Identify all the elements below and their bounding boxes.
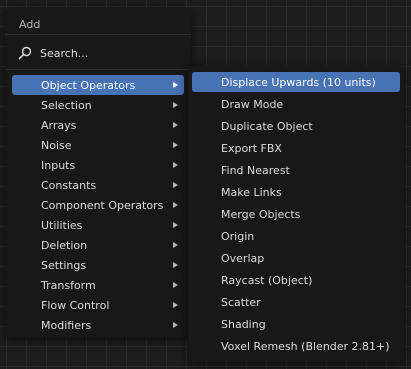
chevron-right-icon bbox=[173, 82, 178, 88]
submenu-item-label: Draw Mode bbox=[221, 97, 284, 111]
menu-item-settings[interactable]: Settings bbox=[12, 255, 184, 275]
search-field[interactable]: Search... bbox=[12, 43, 184, 63]
menu-item-inputs[interactable]: Inputs bbox=[12, 155, 184, 175]
submenu-item-label: Origin bbox=[221, 229, 255, 243]
menu-title: Add bbox=[19, 18, 41, 31]
menu-item-transform[interactable]: Transform bbox=[12, 275, 184, 295]
submenu-item-label: Displace Upwards (10 units) bbox=[221, 75, 376, 89]
menu-item-label: Transform bbox=[41, 278, 96, 292]
menu-item-label: Object Operators bbox=[41, 78, 136, 92]
chevron-right-icon bbox=[173, 302, 178, 308]
submenu-item-label: Find Nearest bbox=[221, 163, 290, 177]
submenu-item-label: Voxel Remesh (Blender 2.81+) bbox=[221, 339, 390, 353]
menu-item-selection[interactable]: Selection bbox=[12, 95, 184, 115]
chevron-right-icon bbox=[173, 282, 178, 288]
menu-item-label: Utilities bbox=[41, 218, 83, 232]
menu-item-flow-control[interactable]: Flow Control bbox=[12, 295, 184, 315]
menu-item-label: Settings bbox=[41, 258, 87, 272]
submenu-item-merge-objects[interactable]: Merge Objects bbox=[192, 204, 400, 224]
chevron-right-icon bbox=[173, 242, 178, 248]
menu-item-utilities[interactable]: Utilities bbox=[12, 215, 184, 235]
menu-item-label: Arrays bbox=[41, 118, 77, 132]
chevron-right-icon bbox=[173, 162, 178, 168]
submenu-item-export-fbx[interactable]: Export FBX bbox=[192, 138, 400, 158]
menu-item-label: Inputs bbox=[41, 158, 76, 172]
menu-item-label: Component Operators bbox=[41, 198, 164, 212]
chevron-right-icon bbox=[173, 102, 178, 108]
menu-item-label: Selection bbox=[41, 98, 92, 112]
search-label: Search... bbox=[40, 46, 89, 60]
menu-item-constants[interactable]: Constants bbox=[12, 175, 184, 195]
menu-item-label: Deletion bbox=[41, 238, 88, 252]
submenu-item-origin[interactable]: Origin bbox=[192, 226, 400, 246]
submenu-item-label: Overlap bbox=[221, 251, 265, 265]
chevron-right-icon bbox=[173, 222, 178, 228]
submenu-item-label: Raycast (Object) bbox=[221, 273, 313, 287]
chevron-right-icon bbox=[173, 322, 178, 328]
submenu-item-scatter[interactable]: Scatter bbox=[192, 292, 400, 312]
submenu-item-label: Make Links bbox=[221, 185, 282, 199]
menu-item-noise[interactable]: Noise bbox=[12, 135, 184, 155]
chevron-right-icon bbox=[173, 202, 178, 208]
menu-item-deletion[interactable]: Deletion bbox=[12, 235, 184, 255]
submenu-item-make-links[interactable]: Make Links bbox=[192, 182, 400, 202]
chevron-right-icon bbox=[173, 122, 178, 128]
menu-item-label: Modifiers bbox=[41, 318, 92, 332]
submenu-item-overlap[interactable]: Overlap bbox=[192, 248, 400, 268]
submenu-item-label: Shading bbox=[221, 317, 266, 331]
submenu-item-voxel-remesh-blender-2-81[interactable]: Voxel Remesh (Blender 2.81+) bbox=[192, 336, 400, 356]
submenu-item-label: Export FBX bbox=[221, 141, 282, 155]
object-operators-submenu: Displace Upwards (10 units) Draw Mode Dupl… bbox=[188, 66, 404, 362]
add-menu: Add Search... Object Operators Selection A… bbox=[5, 8, 191, 338]
menu-item-object-operators[interactable]: Object Operators bbox=[12, 75, 184, 95]
submenu-item-find-nearest[interactable]: Find Nearest bbox=[192, 160, 400, 180]
divider bbox=[5, 69, 191, 70]
submenu-item-label: Merge Objects bbox=[221, 207, 301, 221]
menu-item-label: Noise bbox=[41, 138, 72, 152]
submenu-item-raycast-object[interactable]: Raycast (Object) bbox=[192, 270, 400, 290]
chevron-right-icon bbox=[173, 142, 178, 148]
menu-item-arrays[interactable]: Arrays bbox=[12, 115, 184, 135]
divider bbox=[5, 34, 191, 35]
chevron-right-icon bbox=[173, 182, 178, 188]
submenu-item-shading[interactable]: Shading bbox=[192, 314, 400, 334]
submenu-item-displace-upwards-10-units[interactable]: Displace Upwards (10 units) bbox=[192, 72, 400, 92]
menu-item-component-operators[interactable]: Component Operators bbox=[12, 195, 184, 215]
submenu-item-draw-mode[interactable]: Draw Mode bbox=[192, 94, 400, 114]
submenu-item-label: Duplicate Object bbox=[221, 119, 313, 133]
chevron-right-icon bbox=[173, 262, 178, 268]
submenu-item-duplicate-object[interactable]: Duplicate Object bbox=[192, 116, 400, 136]
search-icon bbox=[18, 46, 32, 60]
menu-item-label: Constants bbox=[41, 178, 97, 192]
menu-item-label: Flow Control bbox=[41, 298, 110, 312]
submenu-item-label: Scatter bbox=[221, 295, 261, 309]
menu-item-modifiers[interactable]: Modifiers bbox=[12, 315, 184, 335]
